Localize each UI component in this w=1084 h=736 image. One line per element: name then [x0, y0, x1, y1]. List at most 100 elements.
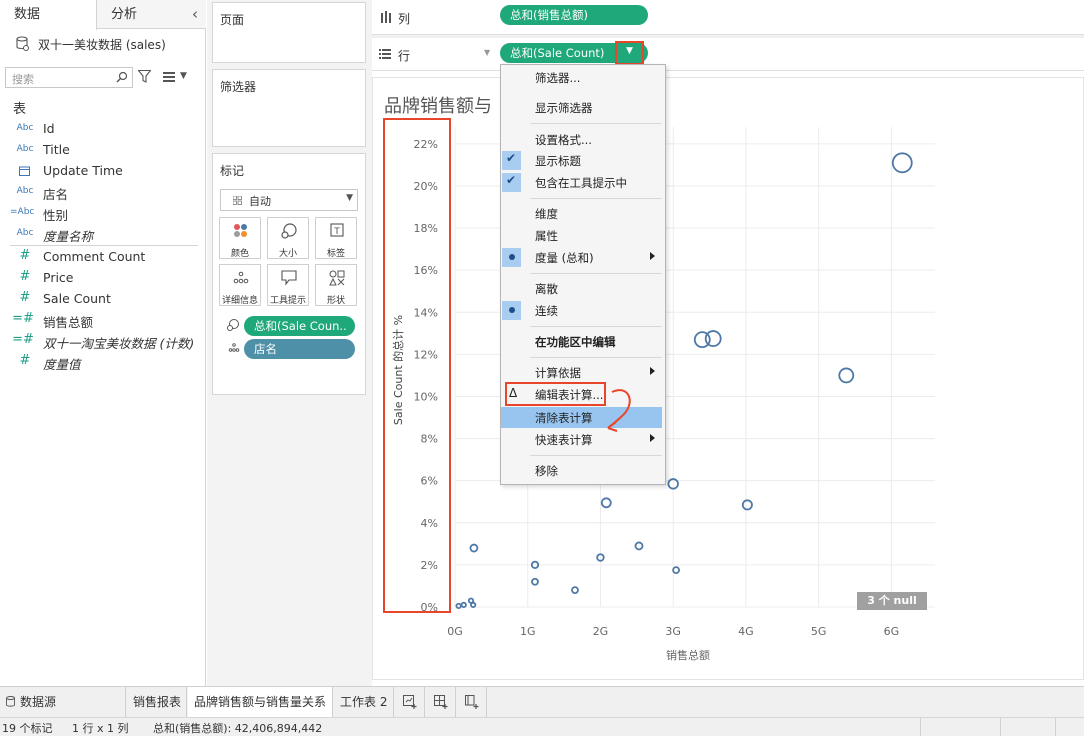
- mark-type-dropdown[interactable]: 自动 ▼: [220, 189, 358, 211]
- search-placeholder: 搜索: [12, 73, 34, 86]
- field-sale-count[interactable]: # Sale Count: [0, 289, 206, 310]
- check-icon: ✔: [506, 173, 517, 187]
- field-comment-count[interactable]: # Comment Count: [0, 247, 206, 268]
- field-label: Price: [43, 270, 74, 285]
- color-button[interactable]: 颜色: [219, 217, 261, 259]
- null-indicator[interactable]: 3 个 null: [857, 592, 927, 610]
- status-bar: 19 个标记 1 行 x 1 列 总和(销售总额): 42,406,894,44…: [0, 717, 1084, 736]
- field-title[interactable]: Abc Title: [0, 140, 206, 161]
- menu-item-measure-sum[interactable]: 度量 (总和): [501, 247, 665, 268]
- svg-text:T: T: [333, 227, 340, 237]
- string-type-icon: Abc: [16, 144, 34, 154]
- menu-separator: [530, 455, 662, 456]
- x-tick-label: 2G: [593, 625, 609, 638]
- marks-pill-sale-count[interactable]: 总和(Sale Coun..: [244, 316, 355, 336]
- text-icon: T: [330, 223, 344, 237]
- field-price[interactable]: # Price: [0, 268, 206, 289]
- data-point[interactable]: [672, 566, 680, 575]
- scatter-chart[interactable]: 0%2%4%6%8%10%12%14%16%18%20%22%0G 1G 2G 3G 4…: [372, 110, 1084, 680]
- menu-item-filter[interactable]: 筛选器...: [501, 67, 665, 88]
- menu-item-label: 包含在工具提示中: [535, 176, 627, 190]
- field-id[interactable]: Abc Id: [0, 119, 206, 140]
- field-gender[interactable]: =Abc 性别: [0, 203, 206, 224]
- data-point[interactable]: [469, 543, 479, 553]
- chevron-down-icon[interactable]: ▼: [180, 71, 187, 81]
- rows-shelf[interactable]: 行 ▼: [372, 38, 1084, 71]
- menu-item-show-filter[interactable]: 显示筛选器: [501, 97, 665, 118]
- shape-button[interactable]: 形状: [315, 264, 357, 306]
- marks-count: 19 个标记: [2, 722, 53, 735]
- data-point[interactable]: [571, 586, 579, 595]
- field-label: Id: [43, 121, 55, 136]
- selected-indicator: [502, 248, 521, 267]
- menu-item-label: 离散: [535, 282, 558, 296]
- list-view-icon[interactable]: [163, 72, 175, 82]
- menu-item-label: 快速表计算: [535, 433, 593, 447]
- field-store-name[interactable]: Abc 店名: [0, 182, 206, 203]
- tab-sheet-2[interactable]: 工作表 2: [334, 687, 394, 718]
- menu-item-include-in-tooltip[interactable]: ✔ 包含在工具提示中: [501, 172, 665, 193]
- data-point[interactable]: [891, 152, 913, 174]
- search-input[interactable]: 搜索: [5, 67, 133, 88]
- new-worksheet-button[interactable]: [395, 687, 425, 718]
- chevron-down-icon: ▼: [484, 48, 491, 57]
- x-tick-label: 1G: [520, 625, 536, 638]
- menu-item-quick-table-calc[interactable]: 快速表计算: [501, 429, 665, 450]
- new-story-button[interactable]: [457, 687, 487, 718]
- data-point[interactable]: [634, 541, 644, 551]
- menu-item-format[interactable]: 设置格式...: [501, 129, 665, 150]
- menu-item-continuous[interactable]: 连续: [501, 300, 665, 321]
- data-point[interactable]: [838, 367, 855, 384]
- data-point[interactable]: [741, 499, 753, 511]
- data-point[interactable]: [455, 602, 462, 610]
- pill-dropdown-button[interactable]: ▼: [615, 41, 644, 65]
- filters-shelf[interactable]: 筛选器: [212, 69, 366, 147]
- size-button[interactable]: 大小: [267, 217, 309, 259]
- filter-icon[interactable]: [138, 70, 151, 83]
- columns-shelf[interactable]: 列: [372, 0, 1084, 35]
- menu-item-show-header[interactable]: ✔ 显示标题: [501, 150, 665, 171]
- tab-data[interactable]: 数据: [0, 0, 97, 30]
- filters-title: 筛选器: [220, 80, 257, 94]
- field-total-sales[interactable]: =# 销售总额: [0, 310, 206, 331]
- marks-pill-store[interactable]: 店名: [244, 339, 355, 359]
- data-point[interactable]: [704, 330, 722, 347]
- pages-shelf[interactable]: 页面: [212, 2, 366, 63]
- menu-item-remove[interactable]: 移除: [501, 460, 665, 481]
- number-type-icon: #: [19, 269, 31, 284]
- field-measure-values[interactable]: # 度量值: [0, 352, 206, 373]
- menu-item-edit-in-shelf[interactable]: 在功能区中编辑: [501, 331, 665, 352]
- calculated-number-icon: =#: [12, 332, 34, 347]
- data-pane-tabs: 数据 分析 ‹: [0, 0, 206, 30]
- field-record-count[interactable]: =# 双十一淘宝美妆数据 (计数): [0, 331, 206, 352]
- new-dashboard-button[interactable]: [426, 687, 456, 718]
- data-point[interactable]: [600, 497, 612, 509]
- calculated-string-icon: =Abc: [10, 207, 35, 217]
- tab-analysis[interactable]: 分析: [97, 0, 206, 29]
- menu-item-label: 在功能区中编辑: [535, 335, 616, 349]
- menu-separator: [530, 273, 662, 274]
- field-update-time[interactable]: Update Time: [0, 161, 206, 182]
- menu-item-compute-using[interactable]: 计算依据: [501, 362, 665, 383]
- radio-dot-icon: [509, 254, 515, 260]
- data-point[interactable]: [531, 577, 539, 586]
- label-button[interactable]: T 标签: [315, 217, 357, 259]
- datasource-name[interactable]: 双十一美妆数据 (sales): [38, 36, 166, 53]
- field-label: Update Time: [43, 163, 123, 178]
- detail-button[interactable]: 详细信息: [219, 264, 261, 306]
- data-point[interactable]: [470, 601, 477, 608]
- tooltip-button[interactable]: 工具提示: [267, 264, 309, 306]
- menu-separator: [530, 123, 662, 124]
- columns-pill-total-sales[interactable]: 总和(销售总额): [500, 5, 648, 25]
- sheet-tab-bar: 数据源 销售报表 品牌销售额与销售量关系 工作表 2: [0, 686, 1084, 718]
- menu-item-attribute[interactable]: 属性: [501, 225, 665, 246]
- tab-sales-report[interactable]: 销售报表: [127, 687, 187, 718]
- tab-brand-scatter[interactable]: 品牌销售额与销售量关系: [188, 687, 333, 718]
- menu-item-label: 移除: [535, 464, 558, 478]
- menu-item-discrete[interactable]: 离散: [501, 278, 665, 299]
- data-point[interactable]: [460, 601, 467, 608]
- collapse-icon[interactable]: ‹: [192, 5, 198, 23]
- menu-item-dimension[interactable]: 维度: [501, 203, 665, 224]
- tab-data-source[interactable]: 数据源: [0, 687, 126, 718]
- field-measure-names[interactable]: Abc 度量名称: [0, 224, 206, 245]
